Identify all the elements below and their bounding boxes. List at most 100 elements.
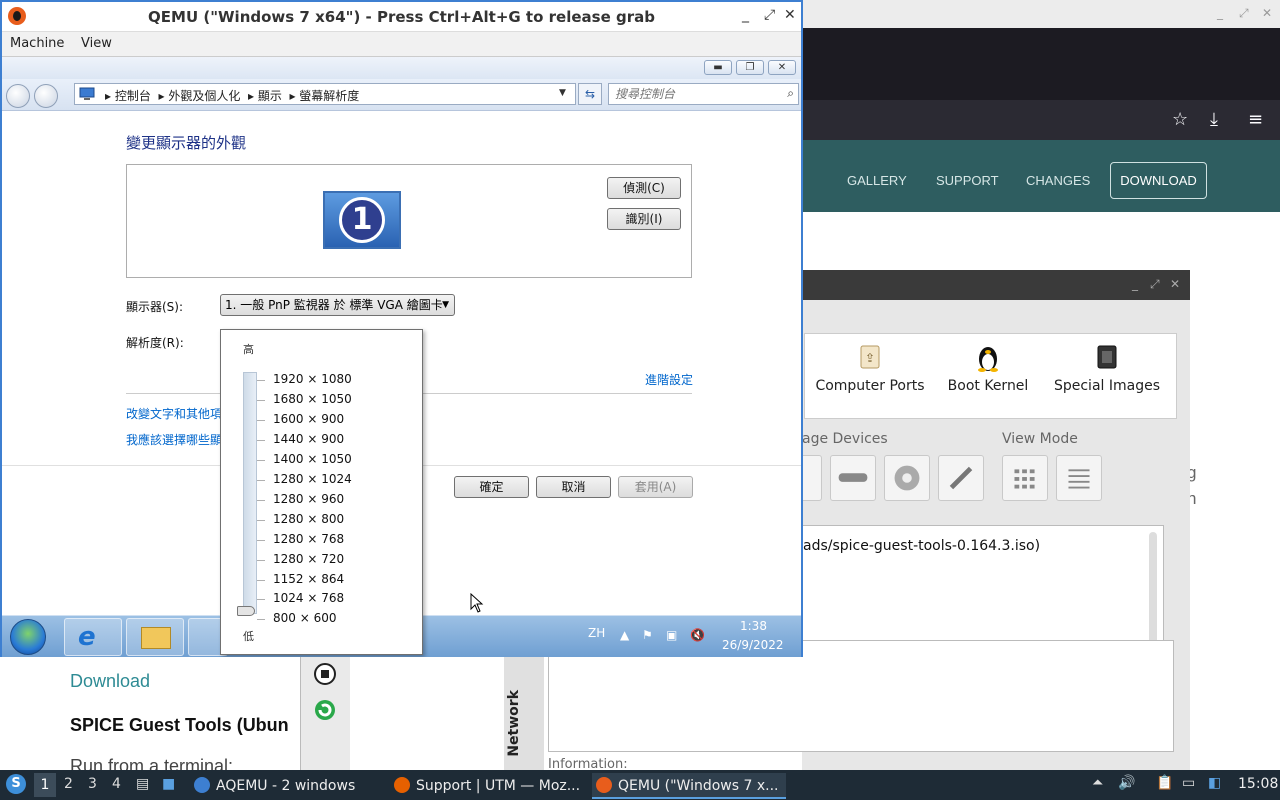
workspace-4[interactable]: 4 (112, 776, 121, 792)
resolution-label: 解析度(R): (126, 336, 184, 350)
resolution-option[interactable]: 1680 × 1050 (273, 392, 352, 406)
guest-screen: ▬ ❐ ✕ ▸ 控制台 ▸ 外觀及個人化 ▸ 顯示 ▸ 螢幕解析度 ▼ ⇆ 搜尋… (2, 57, 801, 657)
resolution-option[interactable]: 1280 × 768 (273, 532, 344, 546)
monitor-icon[interactable]: ▭ (1182, 775, 1195, 791)
workspace-3[interactable]: 3 (88, 776, 97, 792)
file-manager-icon[interactable]: ▤ (136, 776, 149, 792)
advanced-settings-link[interactable]: 進階設定 (645, 371, 693, 388)
close-icon[interactable]: ✕ (1262, 6, 1272, 20)
reset-icon[interactable] (313, 698, 337, 722)
menu-view[interactable]: View (81, 36, 112, 51)
language-indicator[interactable]: ZH (588, 626, 605, 640)
close-icon[interactable]: ✕ (1170, 277, 1180, 291)
host-clock[interactable]: 15:08 (1238, 776, 1278, 792)
close-icon[interactable]: ✕ (784, 7, 796, 23)
downloads-icon[interactable]: ⤓ (1210, 109, 1218, 130)
special-images-item[interactable]: Special Images (1051, 342, 1163, 394)
menu-icon[interactable]: ≡ (1248, 109, 1263, 130)
volume-icon[interactable]: 🔊 (1118, 775, 1135, 791)
floppy-button[interactable] (938, 455, 984, 501)
tab-network[interactable]: Network (506, 690, 522, 757)
update-icon[interactable]: ◧ (1208, 775, 1221, 791)
computer-ports-item[interactable]: ⇪ Computer Ports (815, 342, 925, 394)
view-list-button[interactable] (1056, 455, 1102, 501)
task-firefox[interactable]: Support | UTM — Moz... (394, 773, 580, 799)
stop-icon[interactable] (313, 662, 337, 686)
minimize-icon[interactable]: ▬ (704, 60, 732, 75)
identify-button[interactable]: 識別(I) (607, 208, 681, 230)
maximize-icon[interactable]: ⤢ (1239, 6, 1249, 21)
close-icon[interactable]: ✕ (768, 60, 796, 75)
hdd-button[interactable] (830, 455, 876, 501)
nav-changes[interactable]: CHANGES (1026, 173, 1090, 188)
storage-devices-label: age Devices (802, 431, 888, 447)
slider-tick (257, 399, 265, 401)
slider-thumb[interactable] (237, 606, 255, 616)
workspace-2[interactable]: 2 (64, 776, 73, 792)
chevron-down-icon[interactable]: ▼ (559, 88, 566, 98)
resolution-option[interactable]: 1024 × 768 (273, 591, 344, 605)
resolution-option[interactable]: 1440 × 900 (273, 432, 344, 446)
resolution-option[interactable]: 1152 × 864 (273, 572, 344, 586)
apply-button[interactable]: 套用(A) (618, 476, 693, 498)
detect-button[interactable]: 偵測(C) (607, 177, 681, 199)
task-aqemu[interactable]: AQEMU - 2 windows (194, 773, 355, 799)
restore-icon[interactable]: ❐ (736, 60, 764, 75)
start-button[interactable] (10, 619, 46, 655)
bookmark-star-icon[interactable]: ☆ (1172, 109, 1188, 130)
address-bar[interactable]: ▸ 控制台 ▸ 外觀及個人化 ▸ 顯示 ▸ 螢幕解析度 ▼ (74, 83, 576, 105)
app-menu-button[interactable]: S (6, 774, 26, 794)
resolution-option[interactable]: 1400 × 1050 (273, 452, 352, 466)
display-select[interactable]: 1. 一般 PnP 監視器 於 標準 VGA 繪圖卡 ▼ (220, 294, 455, 316)
nav-support[interactable]: SUPPORT (936, 173, 999, 188)
guest-clock-time[interactable]: 1:38 (740, 619, 767, 633)
breadcrumb-item[interactable]: 顯示 (258, 89, 282, 103)
nav-gallery[interactable]: GALLERY (847, 173, 907, 188)
explorer-taskbar-button[interactable] (126, 618, 184, 656)
back-button[interactable] (6, 84, 30, 108)
view-icons-button[interactable] (1002, 455, 1048, 501)
show-hidden-icons-icon[interactable]: ▲ (620, 628, 629, 642)
resolution-option[interactable]: 1280 × 720 (273, 552, 344, 566)
monitor-icon[interactable]: 1 (323, 191, 401, 249)
resolution-option[interactable]: 1920 × 1080 (273, 372, 352, 386)
minimize-icon[interactable]: _ (742, 7, 749, 23)
tray-up-icon[interactable]: ⏶ (1092, 775, 1103, 791)
breadcrumb-item[interactable]: 螢幕解析度 (299, 89, 359, 103)
menu-machine[interactable]: Machine (10, 36, 64, 51)
resolution-option[interactable]: 1600 × 900 (273, 412, 344, 426)
workspace-1[interactable]: 1 (34, 773, 56, 797)
guest-clock-date[interactable]: 26/9/2022 (722, 638, 784, 652)
forward-button[interactable] (34, 84, 58, 108)
maximize-icon[interactable]: ⤢ (764, 7, 775, 23)
resolution-option[interactable]: 800 × 600 (273, 611, 337, 625)
browser-tabbar (802, 28, 1280, 100)
which-settings-link[interactable]: 我應該選擇哪些顯 (126, 431, 222, 448)
network-icon[interactable]: ▣ (666, 628, 677, 642)
search-input[interactable] (613, 86, 773, 102)
desktop-icon[interactable]: ■ (162, 776, 175, 792)
slider-track[interactable] (243, 372, 257, 614)
cancel-button[interactable]: 取消 (536, 476, 611, 498)
boot-kernel-item[interactable]: Boot Kernel (943, 342, 1033, 394)
clipboard-icon[interactable]: 📋 (1156, 775, 1173, 791)
page-title: 變更顯示器的外觀 (126, 134, 247, 152)
minimize-icon[interactable]: _ (1132, 277, 1138, 291)
minimize-icon[interactable]: _ (1217, 6, 1223, 20)
volume-muted-icon[interactable]: 🔇 (690, 628, 705, 642)
maximize-icon[interactable]: ⤢ (1150, 277, 1160, 292)
action-center-flag-icon[interactable]: ⚑ (642, 628, 653, 642)
nav-download[interactable]: DOWNLOAD (1110, 162, 1207, 199)
text-size-link[interactable]: 改變文字和其他項 (126, 405, 222, 422)
resolution-option[interactable]: 1280 × 1024 (273, 472, 352, 486)
resolution-option[interactable]: 1280 × 960 (273, 492, 344, 506)
search-box[interactable]: ⌕ (608, 83, 799, 105)
refresh-button[interactable]: ⇆ (578, 83, 602, 105)
cdrom-button[interactable] (884, 455, 930, 501)
breadcrumb-item[interactable]: 控制台 (115, 89, 151, 103)
ok-button[interactable]: 確定 (454, 476, 529, 498)
breadcrumb-item[interactable]: 外觀及個人化 (168, 89, 240, 103)
resolution-option[interactable]: 1280 × 800 (273, 512, 344, 526)
task-qemu[interactable]: QEMU ("Windows 7 x... (592, 773, 786, 799)
search-icon[interactable]: ⌕ (787, 86, 794, 101)
